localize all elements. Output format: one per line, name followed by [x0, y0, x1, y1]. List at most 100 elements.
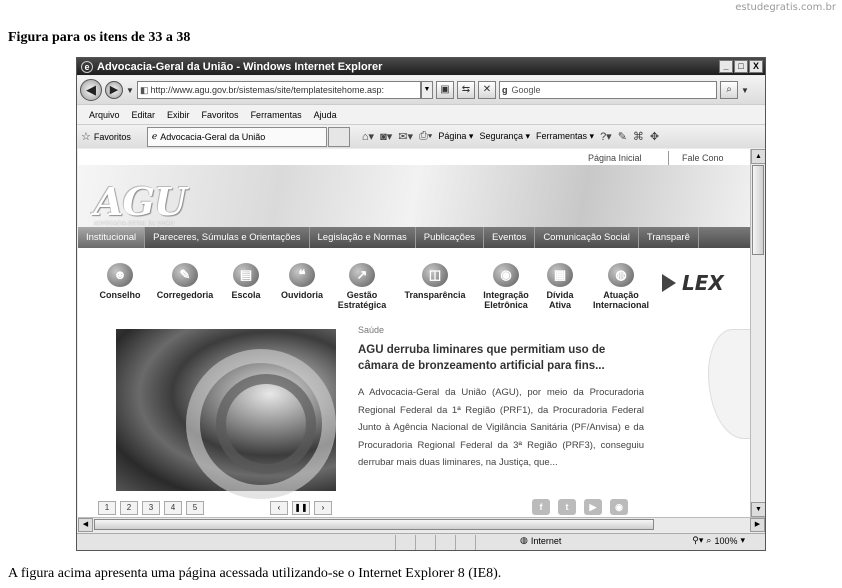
- icon-atuacao[interactable]: ◍ Atuação Internacional: [584, 263, 658, 310]
- favorites-star-icon[interactable]: ☆: [81, 130, 91, 143]
- nav-legislacao[interactable]: Legislação e Normas: [310, 227, 416, 248]
- status-cell: [435, 534, 455, 550]
- zoom-control[interactable]: ⚲▾ ⌕ 100% ▾: [692, 535, 745, 546]
- pager-page-2[interactable]: 2: [120, 501, 138, 515]
- search-placeholder: Google: [511, 85, 541, 95]
- facebook-icon[interactable]: f: [532, 499, 550, 515]
- news-photo[interactable]: [116, 329, 336, 499]
- menu-ferramentas[interactable]: Ferramentas: [251, 110, 302, 120]
- blog-icon[interactable]: ✥: [650, 130, 659, 143]
- rss-icon[interactable]: ◉: [610, 499, 628, 515]
- icon-conselho[interactable]: ☻ Conselho: [96, 263, 144, 300]
- horizontal-scrollbar[interactable]: ◀ ▶: [78, 517, 765, 532]
- safety-menu[interactable]: Segurança ▾: [479, 131, 530, 142]
- agu-logo[interactable]: AGU: [94, 179, 187, 224]
- maximize-button[interactable]: □: [734, 60, 748, 73]
- search-options-icon[interactable]: ▼: [741, 86, 749, 95]
- pager-controls: ‹ ❚❚ ›: [270, 501, 332, 515]
- nav-comunicacao[interactable]: Comunicação Social: [535, 227, 639, 248]
- refresh-icon[interactable]: ⇆: [457, 81, 475, 99]
- vertical-scroll-thumb[interactable]: [752, 165, 764, 255]
- school-icon: ▤: [233, 263, 259, 287]
- pager-pause-button[interactable]: ❚❚: [292, 501, 310, 515]
- print-icon[interactable]: ⎙▾: [419, 130, 432, 143]
- nav-transparencia[interactable]: Transparê: [639, 227, 699, 248]
- forward-button[interactable]: ▶: [105, 81, 123, 99]
- pager-page-1[interactable]: 1: [98, 501, 116, 515]
- globe-icon: ◍: [520, 535, 528, 545]
- stop-icon[interactable]: ✕: [478, 81, 496, 99]
- ie-logo-icon: e: [81, 60, 93, 73]
- news-body: A Advocacia-Geral da União (AGU), por me…: [358, 387, 644, 468]
- integration-icon: ◉: [493, 263, 519, 287]
- icon-corregedoria[interactable]: ✎ Corregedoria: [152, 263, 218, 300]
- page-menu[interactable]: Página ▾: [438, 131, 473, 142]
- menu-ajuda[interactable]: Ajuda: [314, 110, 337, 120]
- home-link[interactable]: Página Inicial: [588, 153, 642, 163]
- tab-label: Advocacia-Geral da União: [160, 131, 266, 142]
- tab-ie-icon: ℯ: [151, 131, 158, 141]
- speech-icon: ❝: [289, 263, 315, 287]
- icon-ouvidoria[interactable]: ❝ Ouvidoria: [276, 263, 328, 300]
- scroll-down-icon[interactable]: ▼: [751, 502, 765, 517]
- security-zone[interactable]: ◍ Internet: [520, 535, 561, 546]
- url-input[interactable]: ◧ http://www.agu.gov.br/sistemas/site/te…: [137, 81, 421, 99]
- search-icon[interactable]: ⌕: [720, 81, 738, 99]
- pager-page-5[interactable]: 5: [186, 501, 204, 515]
- back-button[interactable]: ◀: [80, 79, 102, 101]
- favorites-button[interactable]: Favoritos: [94, 132, 131, 142]
- url-dropdown-icon[interactable]: ▼: [421, 81, 433, 99]
- vertical-scrollbar[interactable]: ▲ ▼: [750, 149, 765, 517]
- icon-escola[interactable]: ▤ Escola: [226, 263, 266, 300]
- menu-arquivo[interactable]: Arquivo: [89, 110, 120, 120]
- scroll-right-icon[interactable]: ▶: [750, 518, 765, 532]
- youtube-icon[interactable]: ▶: [584, 499, 602, 515]
- pager-page-3[interactable]: 3: [142, 501, 160, 515]
- nav-publicacoes[interactable]: Publicações: [416, 227, 484, 248]
- scroll-up-icon[interactable]: ▲: [751, 149, 765, 164]
- service-icons: ☻ Conselho ✎ Corregedoria ▤ Escola ❝ Ouv…: [78, 263, 750, 323]
- news-headline[interactable]: AGU derruba liminares que permitiam uso …: [358, 342, 648, 374]
- tools-menu[interactable]: Ferramentas ▾: [536, 131, 594, 142]
- zoom-icon: ⌕: [706, 535, 712, 545]
- help-icon[interactable]: ?▾: [600, 130, 612, 143]
- menu-exibir[interactable]: Exibir: [167, 110, 190, 120]
- new-tab-button[interactable]: [327, 126, 350, 147]
- search-input[interactable]: g Google: [499, 81, 717, 99]
- close-button[interactable]: X: [749, 60, 763, 73]
- nav-pareceres[interactable]: Pareceres, Súmulas e Orientações: [145, 227, 310, 248]
- home-icon[interactable]: ⌂▾: [362, 130, 374, 143]
- watermark: estudegratis.com.br: [735, 2, 836, 13]
- lex-banner[interactable]: LEX: [662, 271, 724, 295]
- scroll-left-icon[interactable]: ◀: [78, 518, 93, 532]
- minimize-button[interactable]: _: [719, 60, 733, 73]
- news-pager: 1 2 3 4 5: [98, 501, 204, 515]
- page-icon: ◧: [140, 84, 149, 95]
- icon-integracao[interactable]: ◉ Integração Eletrônica: [476, 263, 536, 310]
- pager-next-button[interactable]: ›: [314, 501, 332, 515]
- feeds-icon[interactable]: ◙▾: [380, 130, 392, 143]
- mail-icon[interactable]: ✉▾: [398, 130, 413, 143]
- menu-favoritos[interactable]: Favoritos: [202, 110, 239, 120]
- translate-icon[interactable]: ⌘: [633, 130, 644, 143]
- horizontal-scroll-thumb[interactable]: [94, 519, 654, 530]
- pager-prev-button[interactable]: ‹: [270, 501, 288, 515]
- icon-gestao[interactable]: ↗ Gestão Estratégica: [334, 263, 390, 310]
- compatibility-view-icon[interactable]: ▣: [436, 81, 454, 99]
- icon-divida[interactable]: ▦ Dívida Ativa: [540, 263, 580, 310]
- nav-institucional[interactable]: Institucional: [78, 227, 146, 248]
- news-category: Saúde: [358, 325, 385, 335]
- icon-transparencia[interactable]: ◫ Transparência: [400, 263, 470, 300]
- tab-active[interactable]: ℯ Advocacia-Geral da União: [146, 126, 327, 147]
- nav-eventos[interactable]: Eventos: [484, 227, 536, 248]
- play-icon: [662, 274, 676, 292]
- contact-link[interactable]: Fale Cono: [682, 153, 724, 163]
- research-icon[interactable]: ✎: [618, 130, 627, 143]
- zoom-dropdown-icon: ▾: [740, 535, 745, 545]
- history-dropdown-icon[interactable]: ▼: [126, 86, 134, 95]
- menu-editar[interactable]: Editar: [132, 110, 156, 120]
- twitter-icon[interactable]: t: [558, 499, 576, 515]
- browser-window: e Advocacia-Geral da União - Windows Int…: [76, 57, 766, 551]
- title-bar: e Advocacia-Geral da União - Windows Int…: [77, 58, 765, 75]
- pager-page-4[interactable]: 4: [164, 501, 182, 515]
